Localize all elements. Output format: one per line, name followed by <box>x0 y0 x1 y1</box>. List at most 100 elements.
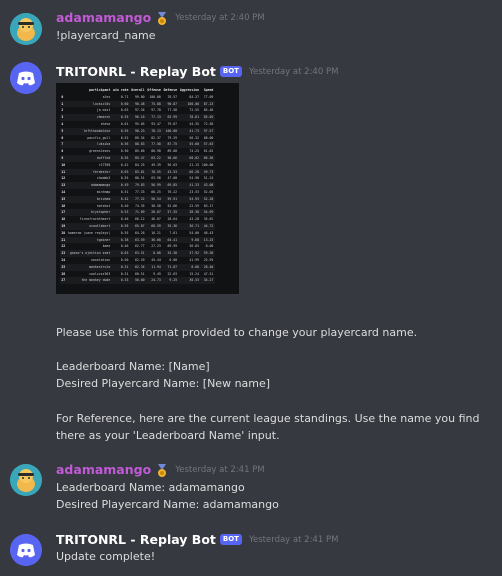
standings-cell: 66.28 <box>178 168 201 176</box>
standings-cell: 0.51 <box>120 189 129 194</box>
standings-cell: monkestrulo <box>66 263 112 271</box>
standings-cell: 56.99 <box>146 182 163 189</box>
standings-header-cell: Overall <box>131 88 145 92</box>
standings-cell: 79.87 <box>167 121 178 126</box>
standings-cell: 66.36 <box>200 154 215 162</box>
standings-cell: 43.28 <box>189 217 200 222</box>
standings-cell: 22.59 <box>189 203 200 208</box>
standings-cell: 74.25 <box>189 149 200 154</box>
standings-cell: 72.58 <box>203 121 214 126</box>
standings-cell: 0.55 <box>111 222 130 230</box>
standings-cell: 99.00 <box>135 94 145 99</box>
standings-cell: 62.49 <box>135 257 145 262</box>
standings-cell: ferdestor <box>66 168 112 176</box>
standings-row: 16 hotshot 0.40 74.35 38.58 52.66 22.59 63.17 <box>60 203 215 210</box>
standings-row: 24 noxolation 0.50 62.49 45.44 0.00 41.99 25.95 <box>60 257 215 264</box>
standings-cell: 57.63 <box>200 141 215 149</box>
standings-cell: noxolation <box>91 257 111 262</box>
standings-cell: 7 <box>60 141 67 149</box>
standings-cell: 85.48 <box>203 108 214 113</box>
standings-row: 27 the monkey dude 0.33 50.00 24.73 9.25 30.53… <box>60 277 215 285</box>
username[interactable]: adamamango <box>56 462 151 477</box>
standings-header-cell: Aggression <box>179 88 200 92</box>
standings-row: 9 duffled 0.55 85.47 63.22 58.66 60.02 66.36 <box>60 154 215 162</box>
standings-cell: zhmarch <box>66 114 112 121</box>
standings-cell: 62.34 <box>129 263 146 271</box>
standings-cell: 36.71 <box>178 222 201 230</box>
standings-cell: 80.98 <box>151 149 161 154</box>
standings-cell: 11 <box>60 168 67 176</box>
standings-cell: 44.35 <box>189 121 200 126</box>
standings-cell: 63.51 <box>129 250 146 257</box>
user-avatar[interactable] <box>10 13 42 45</box>
standings-cell: fireofrochtheart <box>79 217 111 222</box>
standings-cell: 89.08 <box>167 149 178 154</box>
standings-cell: 0.42 <box>120 162 129 167</box>
standings-cell: 0.38 <box>111 236 130 244</box>
standings-cell: 46.07 <box>151 217 161 222</box>
standings-cell: 28.64 <box>167 217 178 222</box>
bot-avatar[interactable] <box>10 534 42 566</box>
standings-cell: 78.13 <box>146 127 163 135</box>
standings-table: participant win rate Overall Offense Defense… <box>60 87 215 285</box>
standings-cell: luksika <box>66 141 112 149</box>
standings-cell: coolzzzz363 <box>89 271 111 276</box>
standings-header-cell: Defense <box>163 88 178 92</box>
standings-cell: lockscl0s <box>66 100 112 108</box>
message-text: For Reference, here are the current leag… <box>56 412 480 425</box>
standings-row: 20 kameroo (save replays) 0.55 64.26 16.21 7.… <box>60 230 215 237</box>
standings-cell: 0.00 <box>169 257 178 262</box>
standings-cell: 96.16 <box>129 114 146 121</box>
standings-cell: 9 <box>60 154 67 162</box>
standings-cell: 60.51 <box>135 271 145 276</box>
standings-cell: 59.91 <box>162 195 179 203</box>
bot-avatar[interactable] <box>10 62 42 94</box>
standings-cell: 49.39 <box>151 162 161 167</box>
username[interactable]: adamamango <box>56 10 151 25</box>
standings-cell: adamamango <box>66 182 112 189</box>
standings-cell: 74.35 <box>135 203 145 208</box>
standings-cell: tgainer <box>66 236 112 244</box>
standings-header-cell: Offense <box>147 88 161 92</box>
standings-cell: 0.63 <box>120 108 129 113</box>
standings-cell: bricham <box>66 195 112 203</box>
medal-icon <box>156 11 168 25</box>
standings-cell: 0.52 <box>120 135 129 140</box>
standings-cell: 100.00 <box>178 100 201 108</box>
standings-cell: 63.99 <box>162 114 179 121</box>
standings-cell: 63.59 <box>129 236 146 244</box>
standings-cell: 79.83 <box>129 182 146 189</box>
standings-cell: 28.40 <box>200 263 215 271</box>
standings-cell: 97.78 <box>151 108 161 113</box>
standings-cell: 21 <box>60 236 67 244</box>
message-text: Leaderboard Name: adamamango <box>56 481 245 494</box>
standings-cell: 52.05 <box>203 189 214 194</box>
standings-cell: 0 <box>61 94 64 99</box>
standings-cell: 78.57 <box>167 94 178 99</box>
standings-cell: 93.47 <box>151 121 161 126</box>
standings-cell: 0.40 <box>120 203 129 208</box>
standings-cell: 100.00 <box>149 94 161 99</box>
standings-image[interactable]: participant win rate Overall Offense Defense… <box>56 83 239 294</box>
user-avatar[interactable] <box>10 464 42 496</box>
standings-cell: 63.22 <box>146 154 163 162</box>
standings-cell: 54.00 <box>189 230 200 235</box>
bot-username[interactable]: TRITONRL - Replay Bot <box>56 532 216 547</box>
standings-cell: 64.41 <box>162 236 179 244</box>
standings-cell: 22 <box>61 244 66 249</box>
message-text: there as your 'Leaderboard Name' input. <box>56 429 280 442</box>
standings-cell: 49.73 <box>200 168 215 176</box>
standings-cell: 0.31 <box>120 271 129 276</box>
standings-cell: 0.00 <box>146 250 163 257</box>
bot-username[interactable]: TRITONRL - Replay Bot <box>56 64 216 79</box>
standings-cell: 55.60 <box>178 141 201 149</box>
standings-cell: 0.31 <box>111 263 130 271</box>
standings-cell: 87.75 <box>162 141 179 149</box>
standings-row: 2 [a mist 0.63 97.34 97.78 77.58 72.55 85.48 <box>60 107 215 114</box>
standings-cell: 0.61 <box>120 121 129 126</box>
standings-cell: krystopher <box>66 209 112 217</box>
standings-cell: 52.66 <box>167 203 178 208</box>
standings-cell: 45.44 <box>151 257 161 262</box>
standings-cell: 35.36 <box>162 222 179 230</box>
standings-cell: 16.21 <box>151 230 161 235</box>
